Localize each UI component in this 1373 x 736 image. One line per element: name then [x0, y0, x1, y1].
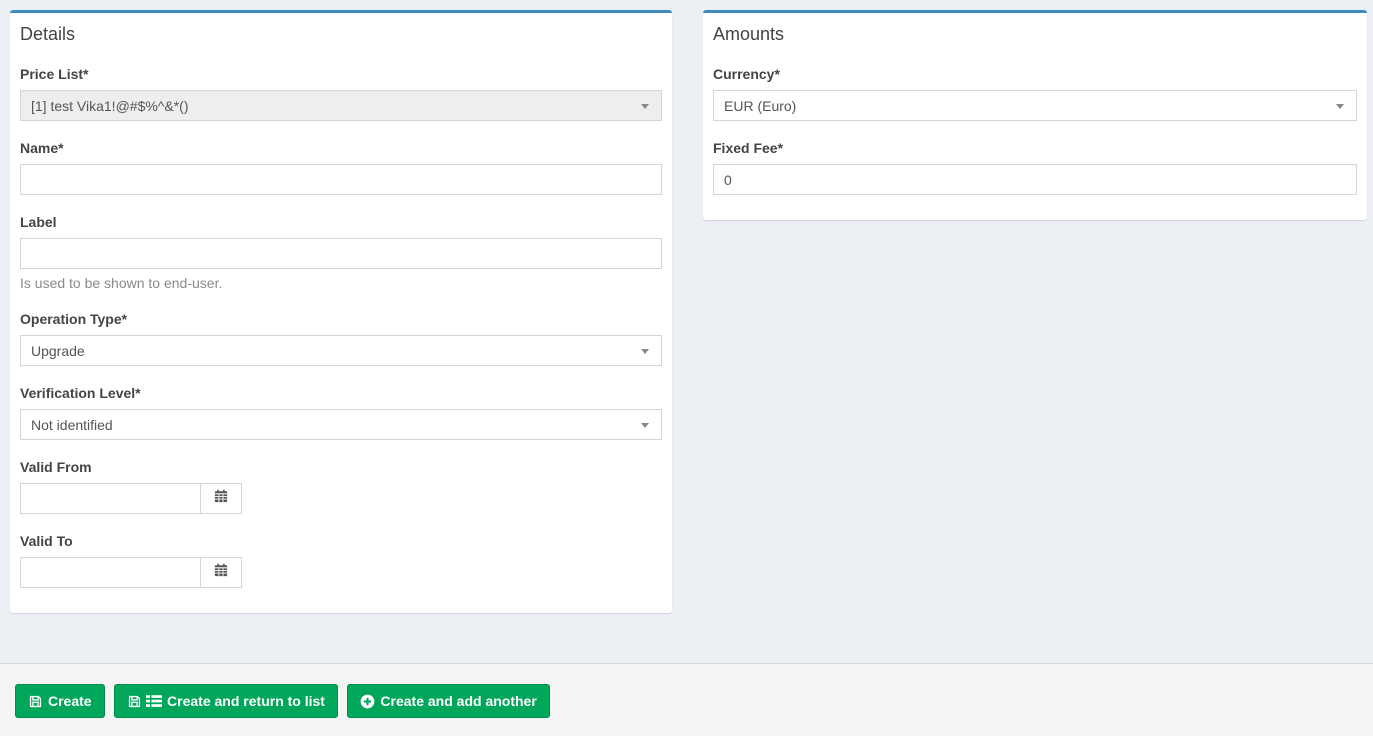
chevron-down-icon	[641, 423, 649, 428]
calendar-icon	[214, 489, 228, 508]
footer-action-bar: Create Create and return to list	[0, 663, 1373, 736]
operation-type-select-value: Upgrade	[31, 343, 635, 359]
save-icon	[127, 694, 142, 709]
valid-from-input-group	[20, 483, 242, 514]
label-label: Label	[20, 214, 662, 231]
field-label: Label Is used to be shown to end-user.	[20, 214, 662, 292]
verification-level-label: Verification Level*	[20, 385, 662, 402]
valid-from-input[interactable]	[20, 483, 201, 514]
amounts-panel-title: Amounts	[713, 23, 1357, 45]
create-and-return-to-list-button[interactable]: Create and return to list	[114, 684, 338, 718]
fixed-fee-input[interactable]	[713, 164, 1357, 195]
amounts-panel: Amounts Currency* EUR (Euro) Fixed Fee*	[703, 10, 1367, 220]
chevron-down-icon	[1336, 104, 1344, 109]
details-panel-body: Price List* [1] test Vika1!@#$%^&*() Nam…	[10, 45, 672, 613]
save-icon	[28, 694, 43, 709]
field-valid-to: Valid To	[20, 533, 662, 588]
valid-to-input[interactable]	[20, 557, 201, 588]
name-input[interactable]	[20, 164, 662, 195]
valid-from-datepicker-button[interactable]	[200, 483, 242, 514]
list-icon	[146, 694, 162, 708]
field-valid-from: Valid From	[20, 459, 662, 514]
currency-select[interactable]: EUR (Euro)	[713, 90, 1357, 121]
field-price-list: Price List* [1] test Vika1!@#$%^&*()	[20, 66, 662, 121]
content-area: Details Price List* [1] test Vika1!@#$%^…	[0, 0, 1373, 663]
field-fixed-fee: Fixed Fee*	[713, 140, 1357, 195]
create-button[interactable]: Create	[15, 684, 105, 718]
details-panel-title: Details	[20, 23, 662, 45]
valid-to-input-group	[20, 557, 242, 588]
field-verification-level: Verification Level* Not identified	[20, 385, 662, 440]
price-list-select: [1] test Vika1!@#$%^&*()	[20, 90, 662, 121]
verification-level-select[interactable]: Not identified	[20, 409, 662, 440]
details-panel: Details Price List* [1] test Vika1!@#$%^…	[10, 10, 672, 613]
valid-to-label: Valid To	[20, 533, 662, 550]
chevron-down-icon	[641, 104, 649, 109]
calendar-icon	[214, 563, 228, 582]
field-operation-type: Operation Type* Upgrade	[20, 311, 662, 366]
field-name: Name*	[20, 140, 662, 195]
fixed-fee-label: Fixed Fee*	[713, 140, 1357, 157]
price-list-select-value: [1] test Vika1!@#$%^&*()	[31, 98, 635, 114]
currency-select-value: EUR (Euro)	[724, 98, 1330, 114]
field-currency: Currency* EUR (Euro)	[713, 66, 1357, 121]
chevron-down-icon	[641, 349, 649, 354]
currency-label: Currency*	[713, 66, 1357, 83]
create-and-return-to-list-button-label: Create and return to list	[167, 693, 325, 709]
create-button-label: Create	[48, 693, 92, 709]
label-input[interactable]	[20, 238, 662, 269]
name-label: Name*	[20, 140, 662, 157]
create-and-add-another-button-label: Create and add another	[380, 693, 536, 709]
label-help-text: Is used to be shown to end-user.	[20, 275, 662, 292]
operation-type-select[interactable]: Upgrade	[20, 335, 662, 366]
verification-level-select-value: Not identified	[31, 417, 635, 433]
operation-type-label: Operation Type*	[20, 311, 662, 328]
plus-circle-icon	[360, 694, 375, 709]
amounts-panel-body: Currency* EUR (Euro) Fixed Fee*	[703, 45, 1367, 220]
valid-from-label: Valid From	[20, 459, 662, 476]
create-and-add-another-button[interactable]: Create and add another	[347, 684, 549, 718]
valid-to-datepicker-button[interactable]	[200, 557, 242, 588]
price-list-label: Price List*	[20, 66, 662, 83]
